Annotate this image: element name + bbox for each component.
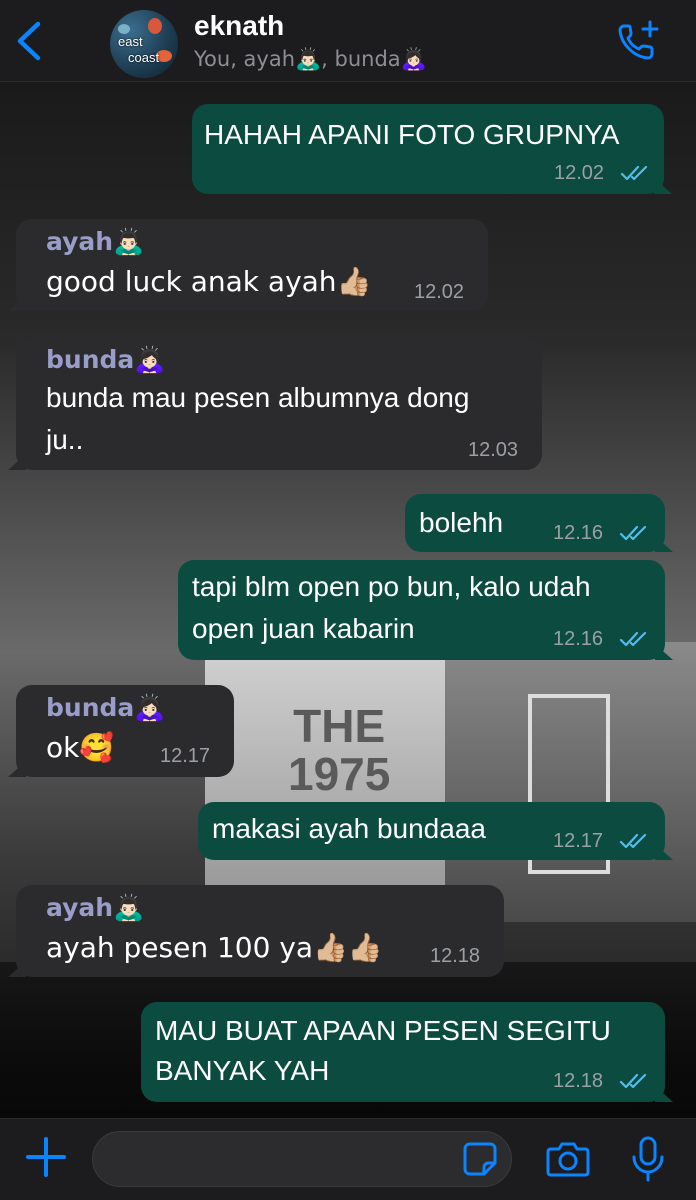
message-outgoing[interactable]: HAHAH APANI FOTO GRUPNYA 12.02	[192, 104, 672, 194]
message-text: bunda mau pesen albumnya dong	[46, 382, 470, 413]
read-ticks-icon	[619, 525, 647, 541]
message-time: 12.03	[468, 439, 519, 461]
read-ticks-icon	[620, 165, 648, 181]
sender-name: ayah🙇🏻‍♂️	[46, 227, 145, 256]
message-time: 12.16	[553, 522, 604, 544]
message-time: 12.02	[554, 162, 605, 184]
avatar-text: coast	[128, 50, 160, 65]
message-text: makasi ayah bundaaa	[212, 813, 486, 844]
message-text: tapi blm open po bun, kalo udah	[192, 571, 591, 602]
message-time: 12.17	[553, 830, 604, 852]
message-text: HAHAH APANI FOTO GRUPNYA	[204, 119, 620, 150]
group-avatar[interactable]: east coast	[110, 10, 178, 78]
bubble-tail	[655, 1086, 673, 1102]
sticker-icon[interactable]	[462, 1141, 498, 1177]
sender-name: ayah🙇🏻‍♂️	[46, 893, 145, 922]
stage-text-line: 1975	[288, 748, 391, 800]
message-text: bolehh	[419, 507, 504, 538]
bubble-tail	[8, 961, 26, 977]
message-input[interactable]	[92, 1131, 512, 1187]
message-time: 12.18	[553, 1070, 604, 1092]
message-outgoing[interactable]: bolehh 12.16	[405, 494, 673, 552]
read-ticks-icon	[619, 631, 647, 647]
back-chevron-icon[interactable]	[12, 18, 46, 64]
bubble-tail	[655, 644, 673, 660]
message-time: 12.18	[430, 945, 481, 967]
chat-header: east coast eknath You, ayah🙇🏻‍♂️, bunda🙇…	[0, 0, 696, 82]
plus-icon[interactable]	[24, 1135, 68, 1179]
sender-name: bunda🙇🏻‍♀️	[46, 345, 166, 374]
message-text: ju..	[46, 424, 84, 455]
message-time: 12.17	[160, 745, 211, 767]
sender-name: bunda🙇🏻‍♀️	[46, 693, 166, 722]
message-text: good luck anak ayah👍🏼	[46, 265, 372, 298]
bubble-tail	[655, 844, 673, 860]
bubble-tail	[654, 178, 672, 194]
read-ticks-icon	[619, 833, 647, 849]
message-time: 12.16	[553, 628, 604, 650]
message-outgoing[interactable]: makasi ayah bundaaa 12.17	[198, 802, 673, 860]
message-text: BANYAK YAH	[155, 1055, 330, 1086]
avatar-decoration	[118, 24, 130, 34]
avatar-text: east	[118, 34, 143, 49]
message-time: 12.02	[414, 281, 465, 303]
composer-bar	[0, 1118, 696, 1200]
avatar-decoration	[148, 18, 162, 34]
wallpaper-stage-text: THE 1975	[288, 702, 390, 798]
add-call-icon[interactable]	[614, 18, 662, 64]
microphone-icon[interactable]	[628, 1135, 668, 1183]
message-outgoing[interactable]: tapi blm open po bun, kalo udah open jua…	[178, 560, 673, 660]
chat-title[interactable]: eknath	[194, 10, 284, 42]
bubble-tail	[655, 536, 673, 552]
chat-participants[interactable]: You, ayah🙇🏻‍♂️, bunda🙇🏻‍♀️	[194, 47, 427, 72]
read-ticks-icon	[619, 1073, 647, 1089]
message-incoming[interactable]: ayah🙇🏻‍♂️ ayah pesen 100 ya👍🏼👍🏼 12.18	[8, 885, 504, 977]
stage-text-line: THE	[293, 700, 386, 752]
message-incoming[interactable]: ayah🙇🏻‍♂️ good luck anak ayah👍🏼 12.02	[8, 219, 488, 311]
message-text: ok🥰	[46, 731, 115, 764]
message-outgoing[interactable]: MAU BUAT APAAN PESEN SEGITU BANYAK YAH 1…	[141, 1002, 673, 1102]
message-text: MAU BUAT APAAN PESEN SEGITU	[155, 1015, 611, 1046]
camera-icon[interactable]	[545, 1139, 591, 1179]
message-incoming[interactable]: bunda🙇🏻‍♀️ bunda mau pesen albumnya dong…	[8, 337, 542, 470]
bubble-tail	[8, 454, 26, 470]
bubble-tail	[8, 761, 26, 777]
message-incoming[interactable]: bunda🙇🏻‍♀️ ok🥰 12.17	[8, 685, 234, 777]
message-text: open juan kabarin	[192, 613, 415, 644]
bubble-tail	[8, 295, 26, 311]
message-text: ayah pesen 100 ya👍🏼👍🏼	[46, 931, 383, 964]
